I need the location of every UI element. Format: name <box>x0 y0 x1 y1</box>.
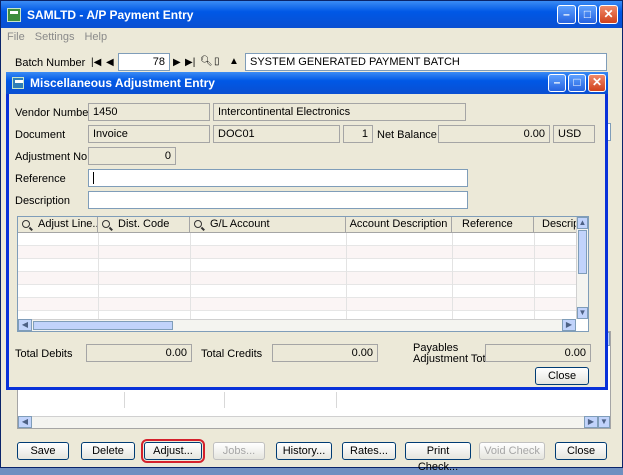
jobs-button[interactable]: Jobs... <box>213 442 265 460</box>
grid-horizontal-scrollbar[interactable]: ◀ ▶ <box>18 319 576 331</box>
reference-label: Reference <box>15 173 66 185</box>
total-debits-label: Total Debits <box>15 348 73 360</box>
total-credits-field: 0.00 <box>272 344 378 362</box>
history-button[interactable]: History... <box>276 442 332 460</box>
table-row[interactable] <box>18 233 576 246</box>
dialog-close-icon[interactable]: ✕ <box>588 74 606 92</box>
dialog-app-icon <box>12 77 24 89</box>
finder-magnifier-icon[interactable] <box>22 220 30 228</box>
payment-grid-hscroll[interactable] <box>18 416 598 428</box>
adjust-button[interactable]: Adjust... <box>141 439 205 463</box>
description-input[interactable] <box>88 191 468 209</box>
grid-vertical-scrollbar[interactable]: ▲ ▼ <box>576 217 588 319</box>
main-close-button[interactable]: Close <box>555 442 607 460</box>
rates-button[interactable]: Rates... <box>342 442 396 460</box>
grid-scroll-up-icon[interactable]: ▲ <box>577 217 588 229</box>
save-button[interactable]: Save <box>17 442 69 460</box>
menu-bar: File Settings Help <box>1 28 622 46</box>
finder-search-icon[interactable]: 🔍︎ <box>200 56 213 67</box>
vendor-name-field: Intercontinental Electronics <box>213 103 466 121</box>
main-title: SAMLTD - A/P Payment Entry <box>27 7 194 22</box>
adjustment-lines-grid[interactable]: Adjust Line... Dist. Code G/L Account Ac… <box>17 216 589 332</box>
col-adjust-line[interactable]: Adjust Line... <box>18 217 98 233</box>
description-label: Description <box>15 195 71 207</box>
main-titlebar: SAMLTD - A/P Payment Entry – □ ✕ <box>1 1 622 28</box>
new-document-icon[interactable]: ▯ <box>214 56 220 67</box>
grid-scroll-thumb[interactable] <box>578 230 587 274</box>
dialog-title: Miscellaneous Adjustment Entry <box>30 76 215 90</box>
table-row[interactable] <box>18 298 576 311</box>
void-check-button[interactable]: Void Check <box>479 442 545 460</box>
dialog-titlebar: Miscellaneous Adjustment Entry – □ ✕ <box>6 72 608 94</box>
batch-number-field[interactable]: 78 <box>118 53 170 71</box>
document-number-field: DOC01 <box>213 125 340 143</box>
next-record-icon[interactable]: ▶ <box>173 57 181 68</box>
batch-number-label: Batch Number <box>15 57 86 69</box>
col-description[interactable]: Descriptio <box>534 217 582 233</box>
grid-scroll-right-icon[interactable]: ▶ <box>562 319 576 331</box>
last-record-icon[interactable]: ▶| <box>185 57 195 68</box>
text-cursor <box>93 172 94 184</box>
scroll-right-icon[interactable]: ▶ <box>584 416 598 428</box>
reference-input[interactable] <box>88 169 468 187</box>
scroll-left-icon[interactable]: ◀ <box>18 416 32 428</box>
dialog-maximize-button[interactable]: □ <box>568 74 586 92</box>
total-credits-label: Total Credits <box>201 348 263 360</box>
col-account-description[interactable]: Account Description <box>346 217 452 233</box>
table-row[interactable] <box>18 285 576 298</box>
maximize-button[interactable]: □ <box>578 5 597 24</box>
net-balance-field: 0.00 <box>438 125 550 143</box>
grid-header: Adjust Line... Dist. Code G/L Account Ac… <box>18 217 582 233</box>
table-row[interactable] <box>18 259 576 272</box>
delete-button[interactable]: Delete <box>81 442 135 460</box>
previous-record-icon[interactable]: ◀ <box>106 57 114 68</box>
payables-adjustment-total-field: 0.00 <box>485 344 591 362</box>
table-row[interactable] <box>18 246 576 259</box>
menu-help[interactable]: Help <box>84 31 107 43</box>
batch-description-field[interactable]: SYSTEM GENERATED PAYMENT BATCH <box>245 53 607 71</box>
adjustment-total-label: Adjustment Total <box>413 353 495 365</box>
adjustment-no-field: 0 <box>88 147 176 165</box>
menu-settings[interactable]: Settings <box>35 31 75 43</box>
vendor-number-label: Vendor Number <box>15 107 93 119</box>
zoom-up-icon[interactable]: ▲ <box>229 56 239 67</box>
scroll-down-icon[interactable]: ▼ <box>598 416 610 428</box>
col-reference[interactable]: Reference <box>452 217 534 233</box>
close-window-button[interactable]: ✕ <box>599 5 618 24</box>
grid-hscroll-thumb[interactable] <box>33 321 173 330</box>
grid-scroll-down-icon[interactable]: ▼ <box>577 307 588 319</box>
grid-scroll-left-icon[interactable]: ◀ <box>18 319 32 331</box>
misc-adjustment-dialog: Miscellaneous Adjustment Entry – □ ✕ Ven… <box>6 72 608 390</box>
minimize-button[interactable]: – <box>557 5 576 24</box>
dialog-minimize-button[interactable]: – <box>548 74 566 92</box>
document-type-field: Invoice <box>88 125 210 143</box>
col-dist-code[interactable]: Dist. Code <box>98 217 190 233</box>
adjustment-no-label: Adjustment No. <box>15 151 91 163</box>
menu-file[interactable]: File <box>7 31 25 43</box>
print-check-button[interactable]: Print Check... <box>405 442 471 473</box>
total-debits-field: 0.00 <box>86 344 192 362</box>
document-seq-field: 1 <box>343 125 373 143</box>
first-record-icon[interactable]: |◀ <box>91 57 101 68</box>
finder-magnifier-icon[interactable] <box>102 220 110 228</box>
col-gl-account[interactable]: G/L Account <box>190 217 346 233</box>
table-row[interactable] <box>18 272 576 285</box>
app-icon <box>7 7 21 22</box>
vendor-number-field: 1450 <box>88 103 210 121</box>
net-balance-label: Net Balance <box>377 129 437 141</box>
document-label: Document <box>15 129 66 141</box>
currency-field: USD <box>553 125 595 143</box>
dialog-close-button[interactable]: Close <box>535 367 589 385</box>
finder-magnifier-icon[interactable] <box>194 220 202 228</box>
